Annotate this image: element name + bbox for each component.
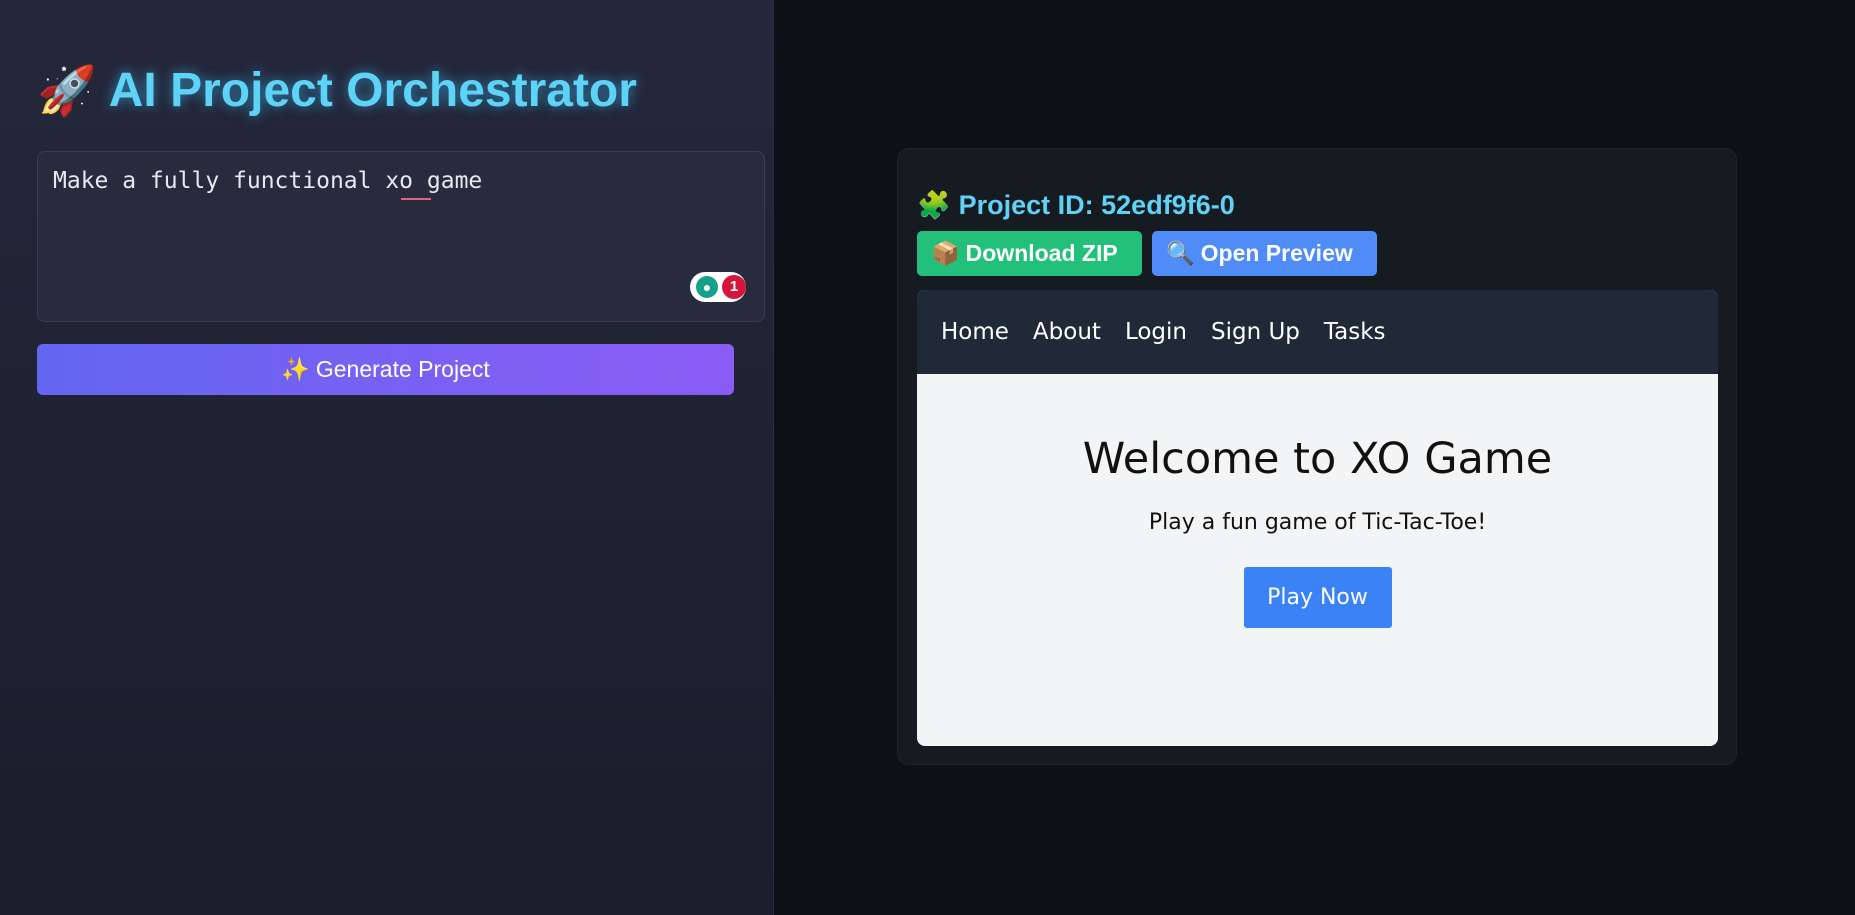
nav-link-sign-up[interactable]: Sign Up	[1211, 319, 1300, 345]
action-buttons: 📦 Download ZIP 🔍 Open Preview	[917, 231, 1377, 276]
download-zip-label: Download ZIP	[965, 240, 1118, 266]
preview-subtitle: Play a fun game of Tic-Tac-Toe!	[1148, 510, 1487, 535]
prompt-text[interactable]: Make a fully functional xo game	[53, 168, 482, 194]
package-icon: 📦	[931, 240, 960, 266]
open-preview-label: Open Preview	[1200, 240, 1353, 266]
result-card: 🧩 Project ID: 52edf9f6-0 📦 Download ZIP …	[897, 148, 1737, 765]
generate-project-label: Generate Project	[315, 356, 490, 382]
grammar-assistant-badge[interactable]: ● 1	[690, 272, 746, 302]
app-title-text: AI Project Orchestrator	[108, 64, 637, 117]
app-title: 🚀 AI Project Orchestrator	[37, 62, 637, 119]
nav-link-about[interactable]: About	[1033, 319, 1101, 345]
prompt-textarea[interactable]: Make a fully functional xo game ● 1	[37, 151, 765, 322]
preview-heading: Welcome to XO Game	[1082, 434, 1553, 484]
play-now-button[interactable]: Play Now	[1243, 567, 1392, 628]
issue-count-badge: 1	[722, 275, 746, 299]
open-preview-button[interactable]: 🔍 Open Preview	[1152, 231, 1377, 276]
nav-link-home[interactable]: Home	[941, 319, 1009, 345]
rocket-icon: 🚀	[37, 65, 97, 118]
puzzle-icon: 🧩	[917, 190, 951, 220]
sparkles-icon: ✨	[281, 356, 310, 382]
project-id-text: Project ID: 52edf9f6-0	[958, 189, 1235, 220]
left-panel: 🚀 AI Project Orchestrator Make a fully f…	[0, 0, 774, 915]
generate-project-button[interactable]: ✨ Generate Project	[37, 344, 734, 395]
magnifier-icon: 🔍	[1166, 240, 1195, 266]
nav-link-login[interactable]: Login	[1125, 319, 1187, 345]
nav-link-tasks[interactable]: Tasks	[1324, 319, 1386, 345]
preview-hero: Welcome to XO Game Play a fun game of Ti…	[917, 434, 1718, 628]
project-id: 🧩 Project ID: 52edf9f6-0	[917, 189, 1235, 221]
spellcheck-underline	[401, 198, 431, 200]
download-zip-button[interactable]: 📦 Download ZIP	[917, 231, 1142, 276]
lightbulb-icon: ●	[696, 276, 718, 298]
preview-iframe: Home About Login Sign Up Tasks Welcome t…	[917, 290, 1718, 746]
preview-navbar: Home About Login Sign Up Tasks	[917, 290, 1718, 374]
